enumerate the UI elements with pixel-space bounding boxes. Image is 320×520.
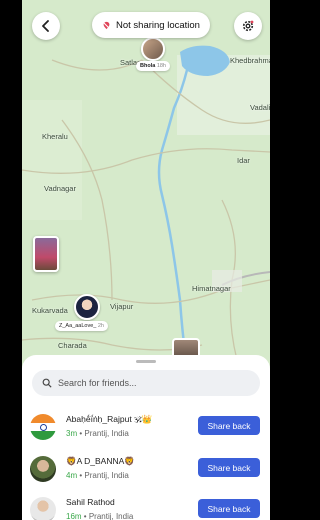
place-kheralu: Kheralu bbox=[42, 132, 68, 141]
location-status-label: Not sharing location bbox=[116, 19, 200, 31]
place-khedbrahma: Khedbrahma bbox=[230, 56, 270, 65]
friend-location: • Prantij, India bbox=[83, 512, 134, 520]
friend-name: Sahil Rathod bbox=[66, 497, 115, 507]
friend-location: • Prantij, India bbox=[79, 471, 129, 480]
avatar bbox=[30, 456, 56, 482]
location-status-pill[interactable]: Not sharing location bbox=[92, 12, 210, 38]
place-vadnagar: Vadnagar bbox=[44, 184, 76, 193]
friend-pin-avatar-2[interactable] bbox=[74, 294, 100, 320]
friend-pin-tag: Bhola 18h bbox=[136, 61, 170, 71]
place-charada: Charada bbox=[58, 341, 87, 350]
avatar bbox=[30, 497, 56, 520]
friend-row[interactable]: Sahil Rathod 16m • Prantij, India Share … bbox=[30, 495, 262, 520]
friend-meta: 4m • Prantij, India bbox=[66, 471, 129, 480]
friend-pin-time-2: 2h bbox=[97, 323, 104, 329]
place-vadali: Vadali bbox=[250, 103, 270, 112]
avatar bbox=[30, 414, 56, 440]
place-kukarvada: Kukarvada bbox=[32, 306, 68, 315]
search-input[interactable] bbox=[56, 377, 250, 389]
place-idar: Idar bbox=[237, 156, 250, 165]
friend-pin-time: 18h bbox=[156, 63, 166, 69]
friend-row[interactable]: Abaḥḗḯṅḥ_Rajput 🕉👑 3m • Prantij, India S… bbox=[30, 412, 262, 448]
share-back-button[interactable]: Share back bbox=[198, 458, 260, 477]
friend-distance: 16m bbox=[66, 512, 82, 520]
search-icon bbox=[42, 378, 52, 388]
share-back-button[interactable]: Share back bbox=[198, 416, 260, 435]
place-vijapur: Vijapur bbox=[110, 302, 134, 311]
friend-pin-name: Bhola bbox=[140, 63, 156, 69]
back-button[interactable] bbox=[32, 12, 60, 40]
friend-distance: 4m bbox=[66, 471, 78, 480]
friend-distance: 3m bbox=[66, 429, 78, 438]
friend-meta: 16m • Prantij, India bbox=[66, 512, 133, 520]
share-back-button[interactable]: Share back bbox=[198, 499, 260, 518]
map-view[interactable]: Satlasana Khedbrahma Vadali Kheralu Idar… bbox=[22, 0, 270, 380]
friend-name: Abaḥḗḯṅḥ_Rajput 🕉👑 bbox=[66, 414, 153, 424]
settings-button[interactable] bbox=[234, 12, 262, 40]
friend-name: 🦁A D_BANNA🦁 bbox=[66, 456, 135, 466]
search-bar[interactable] bbox=[32, 370, 260, 396]
chevron-left-icon bbox=[42, 20, 49, 32]
sheet-handle[interactable] bbox=[136, 360, 156, 363]
friend-pin-avatar[interactable] bbox=[141, 37, 165, 61]
friends-sheet: Abaḥḗḯṅḥ_Rajput 🕉👑 3m • Prantij, India S… bbox=[22, 355, 270, 520]
friend-row[interactable]: 🦁A D_BANNA🦁 4m • Prantij, India Share ba… bbox=[30, 454, 262, 490]
gear-icon bbox=[242, 20, 254, 32]
location-off-icon bbox=[102, 21, 111, 29]
phone-screen: Satlasana Khedbrahma Vadali Kheralu Idar… bbox=[22, 0, 270, 520]
place-himatnagar: Himatnagar bbox=[192, 284, 231, 293]
friend-meta: 3m • Prantij, India bbox=[66, 429, 129, 438]
friend-pin-tag-2: Z_Aa_aaLove_ 2h bbox=[55, 321, 108, 331]
friend-location: • Prantij, India bbox=[79, 429, 129, 438]
photo-pin[interactable] bbox=[33, 236, 59, 272]
friend-pin-name-2: Z_Aa_aaLove_ bbox=[59, 323, 97, 329]
